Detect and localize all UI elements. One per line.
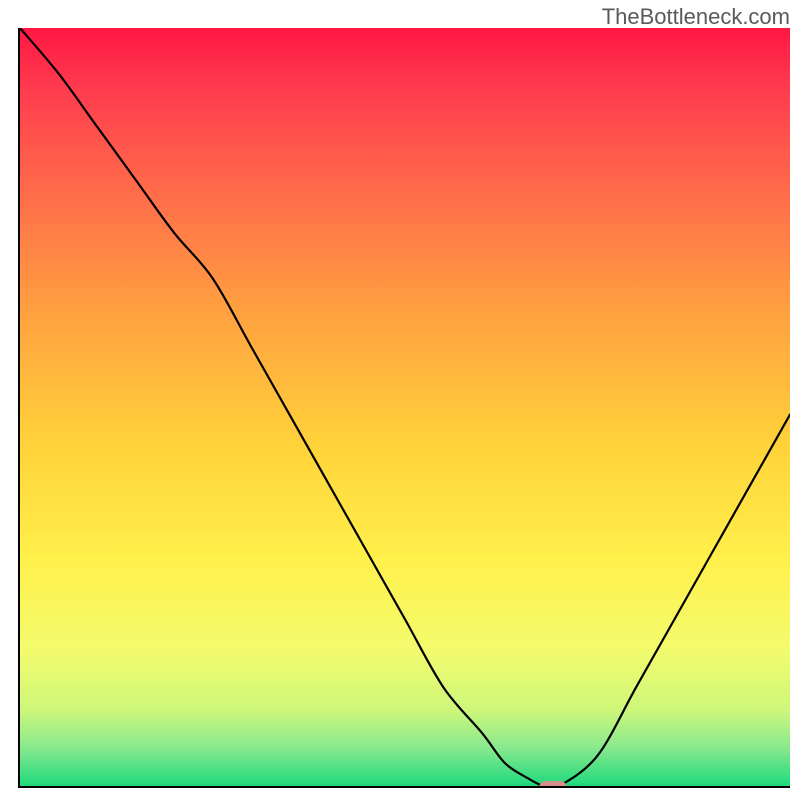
bottleneck-curve <box>20 28 790 786</box>
plot-area <box>18 28 790 788</box>
chart-container: TheBottleneck.com <box>0 0 800 800</box>
optimal-point-marker <box>539 781 567 788</box>
watermark-text: TheBottleneck.com <box>602 4 790 30</box>
